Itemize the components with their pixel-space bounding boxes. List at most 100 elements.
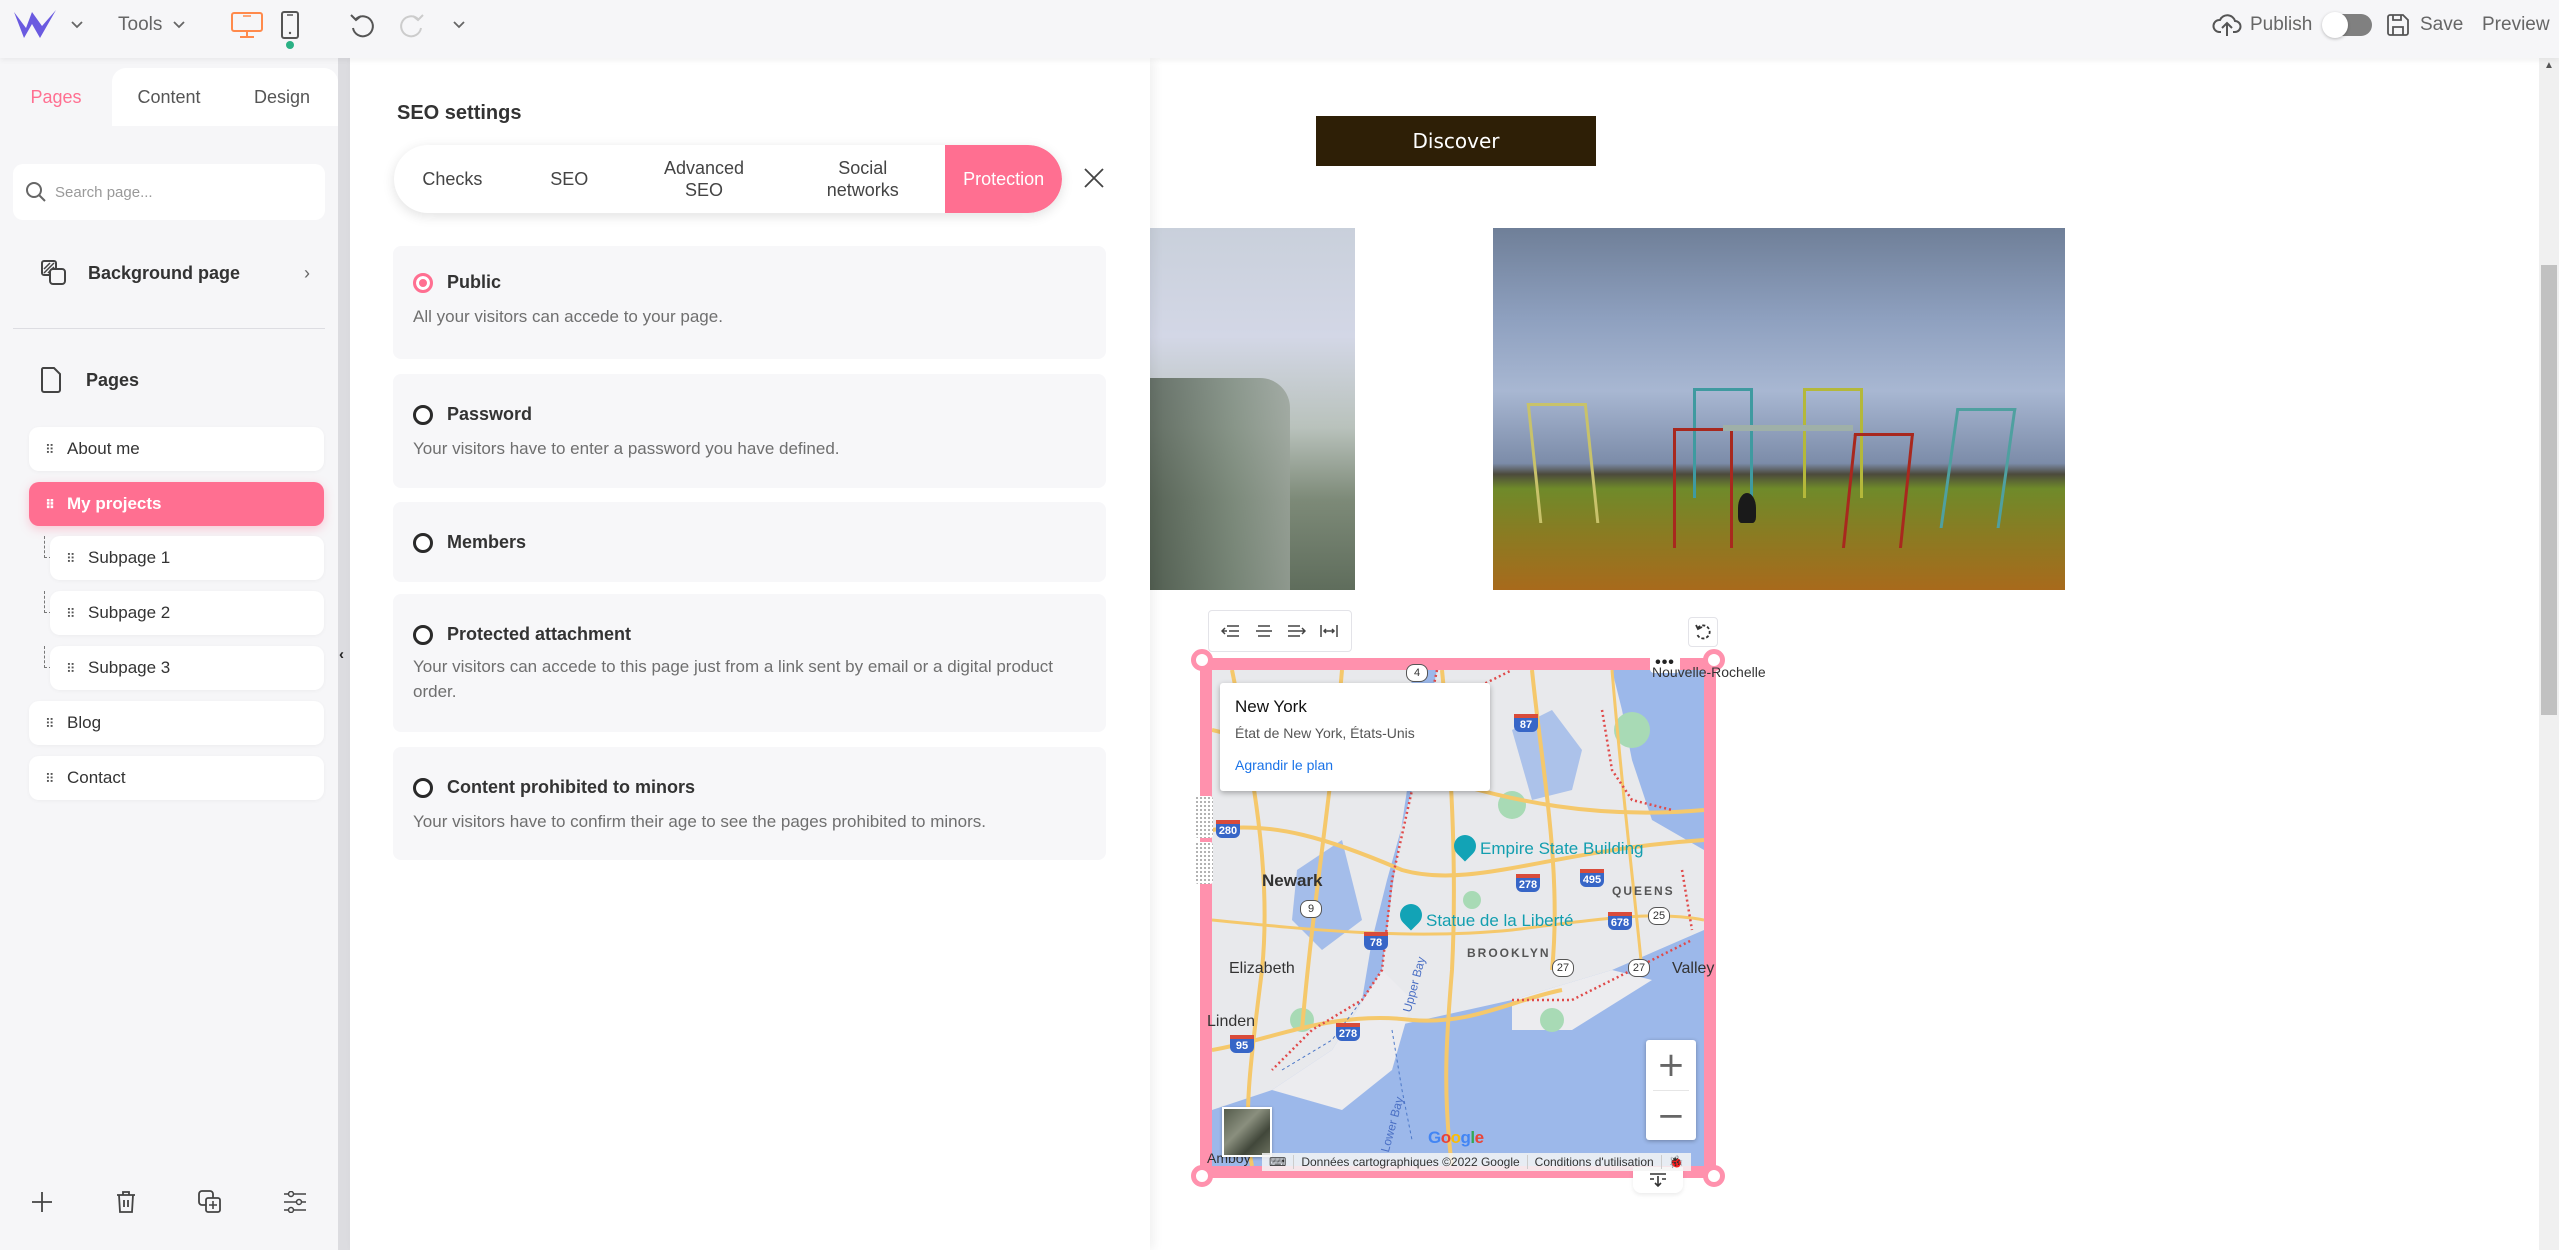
sidebar-actions [0,1180,338,1230]
option-description: Your visitors have to confirm their age … [413,812,986,831]
logo[interactable] [12,0,60,50]
save-button[interactable]: Save [2386,0,2463,50]
map-label-statue-liberty[interactable]: Statue de la Liberté [1426,911,1573,931]
search-page-field[interactable] [13,164,325,220]
delete-page-button[interactable] [106,1180,146,1224]
drag-handle-icon[interactable]: ⠿ [45,772,55,785]
desktop-view-button[interactable] [230,0,264,50]
align-center-button[interactable] [1254,623,1274,639]
radio-button-selected[interactable] [413,272,433,293]
drag-handle-icon[interactable]: ⠿ [66,607,76,620]
tab-checks[interactable]: Checks [394,145,511,213]
option-description: Your visitors can accede to this page ju… [413,657,1054,701]
discover-button[interactable]: Discover [1316,116,1596,166]
history-menu-chevron[interactable] [452,0,466,50]
preview-button[interactable]: Preview [2482,0,2550,50]
resize-handle-bottom-right[interactable] [1703,1165,1725,1187]
interstate-shield: 495 [1580,869,1604,887]
pages-heading-label: Pages [86,369,140,390]
route-shield: 9 [1300,900,1322,918]
undo-button[interactable] [348,0,376,50]
page-item-subpage-3[interactable]: ⠿ Subpage 3 [50,646,324,690]
full-width-button[interactable] [1319,623,1339,639]
page-item-blog[interactable]: ⠿ Blog [29,701,324,745]
protection-option-public[interactable]: Public All your visitors can accede to y… [393,246,1106,359]
scrollbar-thumb[interactable] [2541,265,2557,715]
tab-seo[interactable]: SEO [511,145,628,213]
drag-handle-icon[interactable]: ⠿ [45,498,55,511]
waterfall-rocks-image[interactable] [1150,228,1355,590]
align-left-button[interactable] [1221,623,1241,639]
protection-option-members[interactable]: Members [393,502,1106,582]
radio-button[interactable] [413,404,433,425]
chevron-down-icon [173,21,185,29]
search-page-input[interactable] [55,183,305,201]
report-bug-icon[interactable]: 🐞 [1662,1155,1691,1169]
lakeside-chairs-image[interactable] [1493,228,2065,590]
tab-design[interactable]: Design [226,68,338,126]
collapse-sidebar-chevron-icon[interactable]: ‹ [339,646,344,663]
duplicate-page-button[interactable] [190,1180,230,1224]
tab-pages[interactable]: Pages [0,68,112,126]
place-title: New York [1235,697,1307,716]
page-label: Subpage 1 [88,548,171,567]
align-center-icon [1255,625,1272,637]
tab-social-networks[interactable]: Social networks [780,145,945,213]
drag-handle-icon[interactable]: ⠿ [45,717,55,730]
drag-handle-side[interactable] [1195,842,1213,884]
reset-rotate-icon [1695,624,1711,640]
terms-of-use-link[interactable]: Conditions d'utilisation [1528,1155,1662,1169]
publish-control[interactable]: Publish [2212,0,2373,50]
seo-tabs: Checks SEO Advanced SEO Social networks … [394,145,1062,213]
resize-handle-bottom-left[interactable] [1191,1165,1213,1187]
align-right-button[interactable] [1286,623,1307,639]
background-page-item[interactable]: Background page › [40,248,310,298]
page-item-subpage-2[interactable]: ⠿ Subpage 2 [50,591,324,635]
page-label: Blog [67,713,102,732]
page-item-my-projects[interactable]: ⠿ My projects [29,482,324,526]
publish-label: Publish [2250,14,2313,35]
add-page-button[interactable] [22,1180,62,1224]
page-label: About me [67,439,140,458]
option-label: Members [447,532,527,552]
protection-option-minors[interactable]: Content prohibited to minors Your visito… [393,747,1106,860]
reset-map-button[interactable] [1688,617,1718,647]
drag-handle-icon[interactable]: ⠿ [66,552,76,565]
radio-button[interactable] [413,777,433,798]
satellite-view-toggle[interactable] [1222,1107,1272,1157]
preview-label: Preview [2482,14,2550,35]
logo-menu-chevron[interactable] [70,0,84,50]
map-label-empire-state[interactable]: Empire State Building [1480,839,1643,859]
tab-advanced-seo[interactable]: Advanced SEO [628,145,781,213]
route-shield: 27 [1628,959,1650,977]
save-label: Save [2420,14,2464,35]
drag-handle-icon[interactable]: ⠿ [45,443,55,456]
protection-option-password[interactable]: Password Your visitors have to enter a p… [393,374,1106,488]
protection-option-protected-attachment[interactable]: Protected attachment Your visitors can a… [393,594,1106,732]
close-panel-button[interactable] [1076,160,1112,196]
drag-handle-icon[interactable]: ⠿ [66,662,76,675]
enlarge-map-link[interactable]: Agrandir le plan [1235,757,1490,773]
drag-handle-side[interactable] [1195,796,1213,838]
zoom-in-button[interactable]: + [1646,1040,1696,1090]
page-label: My projects [67,494,162,513]
page-settings-button[interactable] [275,1180,315,1224]
option-label: Public [447,272,502,292]
zoom-out-button[interactable]: − [1646,1091,1696,1141]
radio-button[interactable] [413,624,433,645]
page-item-subpage-1[interactable]: ⠿ Subpage 1 [50,536,324,580]
page-item-about-me[interactable]: ⠿ About me [29,427,324,471]
radio-button[interactable] [413,532,433,553]
resize-handle-top-left[interactable] [1191,649,1213,671]
tools-menu[interactable]: Tools [118,0,186,50]
tab-content[interactable]: Content [112,68,226,126]
undo-icon [350,14,374,38]
scroll-up-arrow-icon[interactable]: ▲ [2544,60,2554,71]
tab-protection[interactable]: Protection [945,145,1062,213]
keyboard-shortcuts-icon[interactable]: ⌨ [1262,1155,1295,1169]
publish-toggle[interactable] [2322,12,2373,38]
option-description: Your visitors have to enter a password y… [413,439,840,458]
option-label: Content prohibited to minors [447,777,695,797]
redo-button[interactable] [398,0,426,50]
page-item-contact[interactable]: ⠿ Contact [29,756,324,800]
